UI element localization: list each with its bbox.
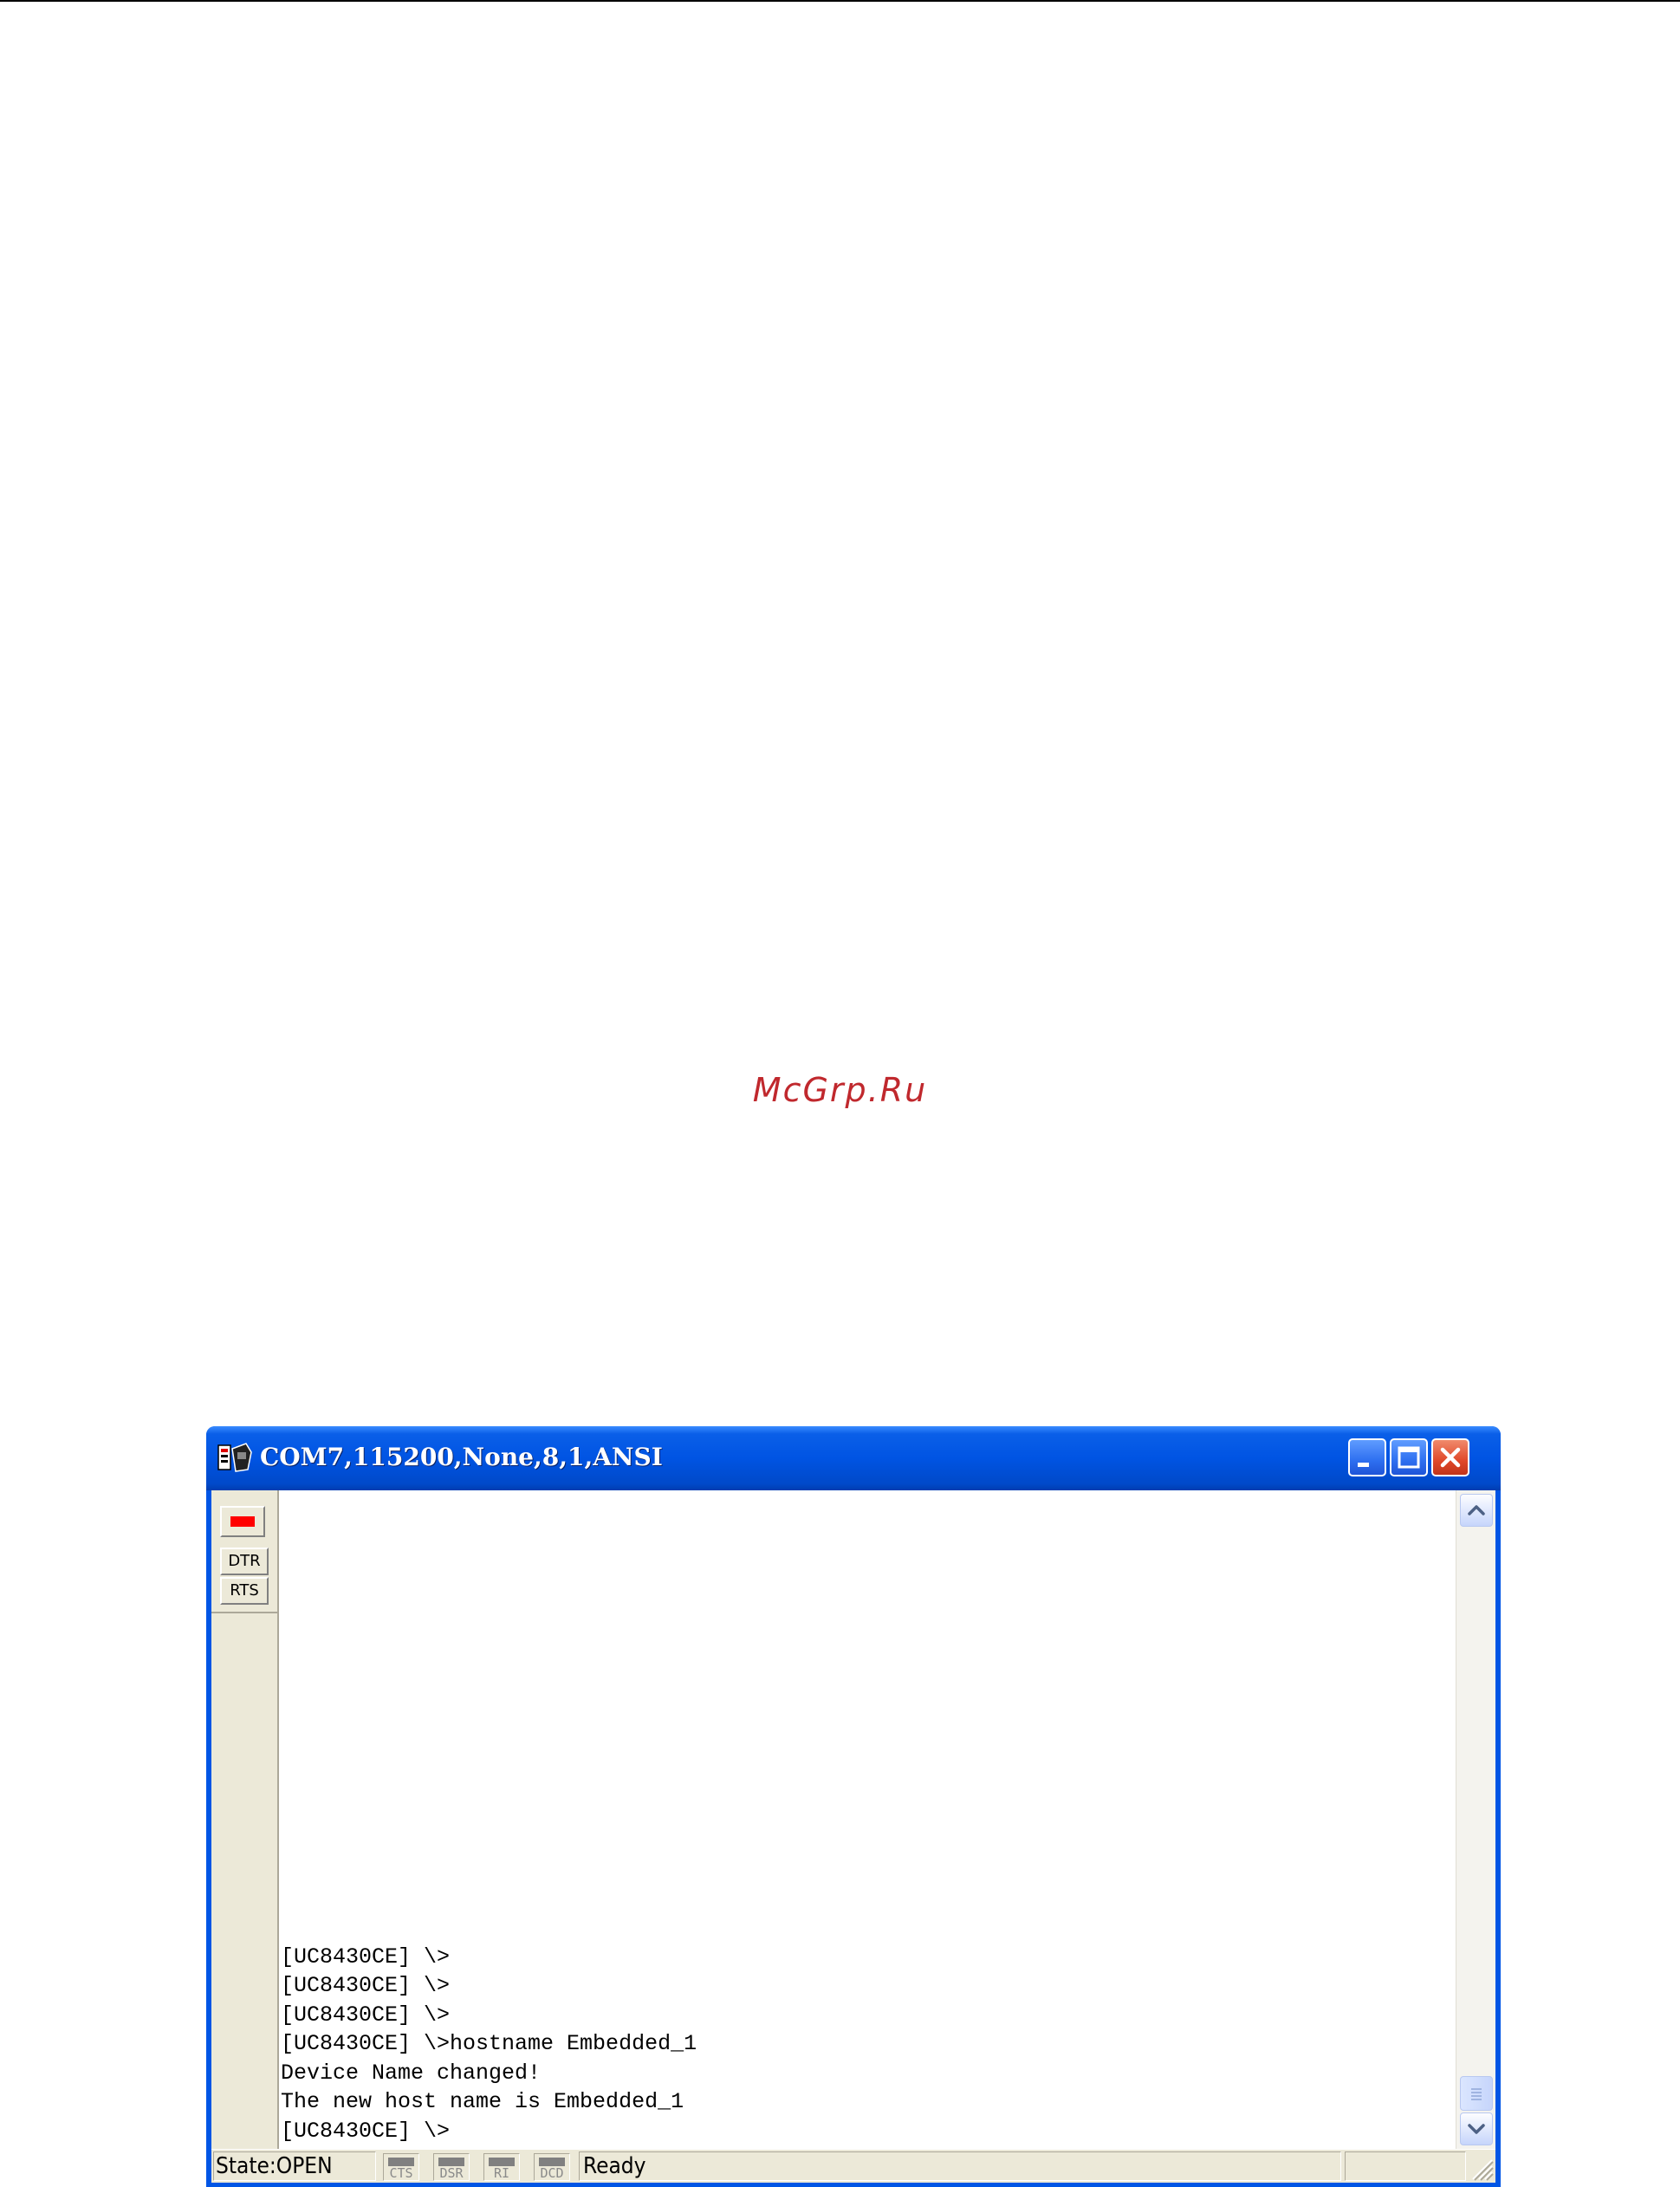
terminal-line: [UC8430CE] \> <box>281 1973 451 1998</box>
dsr-label: DSR <box>439 2165 464 2181</box>
chevron-up-icon <box>1468 1505 1485 1515</box>
dcd-label: DCD <box>540 2165 564 2181</box>
signal-panel: DTR RTS <box>211 1490 279 2149</box>
terminal-lines: [UC8430CE] \> [UC8430CE] \> [UC8430CE] \… <box>281 1943 697 2146</box>
terminal-line: Device Name changed! <box>281 2060 542 2086</box>
cts-indicator: CTS <box>383 2153 419 2181</box>
dsr-indicator: DSR <box>433 2153 470 2181</box>
status-message: Ready <box>579 2151 1341 2181</box>
page-top-rule <box>0 0 1680 2</box>
close-icon <box>1440 1447 1461 1468</box>
dcd-indicator: DCD <box>534 2153 570 2181</box>
ri-label: RI <box>493 2165 510 2181</box>
cts-label: CTS <box>389 2165 413 2181</box>
scroll-thumb[interactable] <box>1460 2076 1493 2111</box>
terminal-output[interactable]: [UC8430CE] \> [UC8430CE] \> [UC8430CE] \… <box>279 1490 1456 2149</box>
minimize-icon <box>1358 1463 1369 1467</box>
terminal-app-icon <box>217 1443 252 1472</box>
terminal-line: The new host name is Embedded_1 <box>281 2089 684 2114</box>
terminal-line: [UC8430CE] \> <box>281 2002 451 2028</box>
maximize-icon <box>1398 1446 1420 1469</box>
connection-indicator[interactable] <box>220 1506 265 1537</box>
window-title: COM7,115200,None,8,1,ANSI <box>260 1443 663 1471</box>
title-bar[interactable]: COM7,115200,None,8,1,ANSI <box>206 1426 1501 1490</box>
connection-led-icon <box>230 1516 255 1527</box>
watermark: McGrp.Ru <box>752 1071 928 1109</box>
rts-toggle-button[interactable]: RTS <box>220 1577 269 1605</box>
status-bar: State:OPEN CTS DSR RI DCD Ready <box>211 2149 1495 2183</box>
maximize-button[interactable] <box>1390 1438 1428 1476</box>
terminal-line: [UC8430CE] \> <box>281 1944 451 1970</box>
connection-state: State:OPEN <box>213 2151 376 2181</box>
chevron-down-icon <box>1468 2124 1485 2134</box>
close-button[interactable] <box>1431 1438 1469 1476</box>
grip-lines-icon <box>1471 2088 1482 2100</box>
scroll-up-button[interactable] <box>1460 1494 1493 1527</box>
dtr-toggle-button[interactable]: DTR <box>220 1548 269 1575</box>
vertical-scrollbar[interactable] <box>1456 1490 1495 2149</box>
terminal-window: COM7,115200,None,8,1,ANSI DTR RTS [UC843… <box>206 1426 1501 2187</box>
panel-divider <box>211 1612 277 1613</box>
minimize-button[interactable] <box>1348 1438 1386 1476</box>
status-extra-pane <box>1345 2151 1466 2181</box>
scroll-down-button[interactable] <box>1460 2112 1493 2145</box>
resize-grip-icon[interactable] <box>1469 2155 1494 2181</box>
terminal-line: [UC8430CE] \>hostname Embedded_1 <box>281 2031 697 2056</box>
window-client-area: DTR RTS [UC8430CE] \> [UC8430CE] \> [UC8… <box>211 1490 1495 2183</box>
ri-indicator: RI <box>483 2153 520 2181</box>
terminal-line: [UC8430CE] \> <box>281 2118 451 2144</box>
